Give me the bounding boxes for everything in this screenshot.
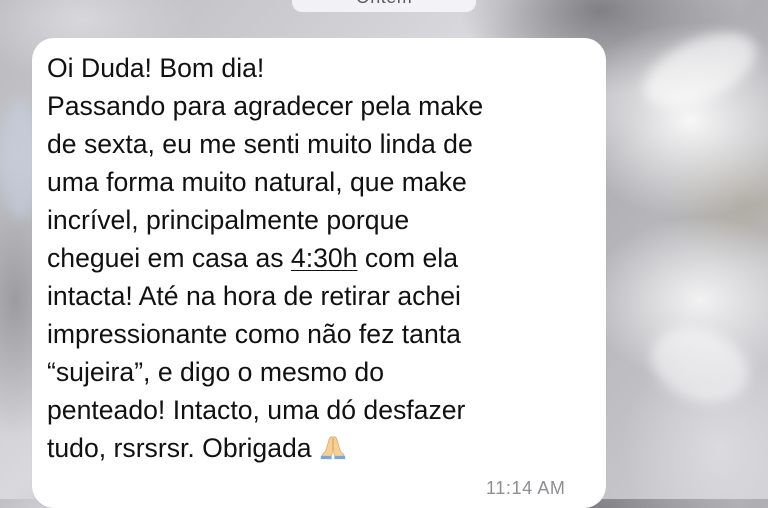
message-line: Oi Duda! Bom dia! [47, 53, 265, 83]
message-line: “sujeira”, e digo o mesmo do [47, 357, 385, 387]
message-line: uma forma muito natural, que make [47, 167, 467, 197]
message-line: tudo, rsrsrsr. Obrigada [47, 429, 595, 467]
message-line: impressionante como não fez tanta [47, 319, 461, 349]
message-line: cheguei em casa as 4:30h com ela [47, 239, 595, 277]
message-text-segment: tudo, rsrsrsr. Obrigada [47, 433, 312, 463]
message-line: de sexta, eu me senti muito linda de [47, 129, 473, 159]
date-separator: Ontem [292, 0, 476, 12]
message-text: Oi Duda! Bom dia! Passando para agradece… [47, 49, 595, 467]
message-line: incrível, principalmente porque [47, 205, 410, 235]
message-text-segment: com ela [357, 243, 458, 273]
message-timestamp: 11:14 AM [486, 478, 566, 498]
folded-hands-emoji-icon [320, 436, 345, 460]
message-line: intacta! Até na hora de retirar achei [47, 281, 461, 311]
time-link[interactable]: 4:30h [291, 243, 358, 273]
message-text-segment: cheguei em casa as [47, 243, 291, 273]
message-line: Passando para agradecer pela make [47, 91, 484, 121]
background-highlight [632, 17, 768, 123]
background-highlight [641, 315, 759, 415]
message-line: penteado! Intacto, uma dó desfazer [47, 395, 466, 425]
